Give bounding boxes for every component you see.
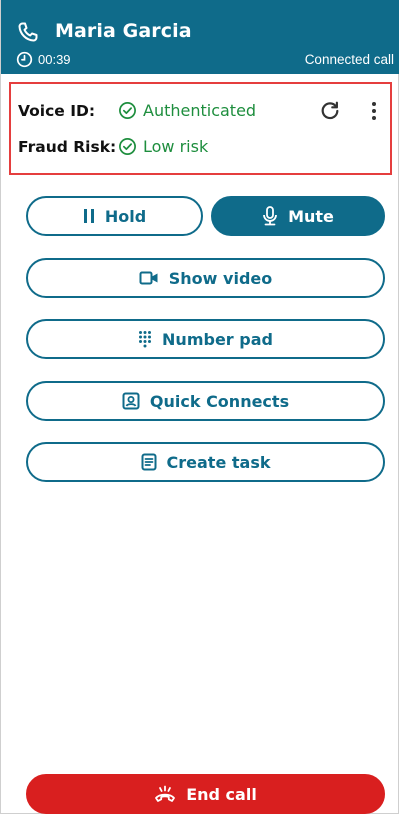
hold-button[interactable]: Hold (26, 196, 203, 236)
check-circle-icon (119, 102, 136, 119)
contact-name: Maria Garcia (55, 20, 192, 42)
call-header: Maria Garcia 00:39 Connected call (1, 0, 399, 74)
end-call-button[interactable]: End call (26, 774, 385, 814)
create-task-label: Create task (166, 452, 271, 472)
end-call-icon (155, 785, 176, 802)
phone-icon (18, 22, 38, 42)
check-circle-icon (119, 138, 136, 155)
clock-icon (16, 51, 33, 68)
voice-id-label: Voice ID: (18, 101, 96, 120)
keypad-icon (139, 331, 152, 348)
contact-control-panel: Maria Garcia 00:39 Connected call Voice … (0, 0, 399, 814)
number-pad-button[interactable]: Number pad (26, 319, 385, 359)
voice-id-row: Voice ID: Authenticated (18, 101, 256, 120)
fraud-risk-label: Fraud Risk: (18, 137, 117, 156)
microphone-icon (263, 206, 277, 226)
voice-id-panel: Voice ID: Authenticated Fraud Risk: Low … (9, 82, 392, 175)
mute-button[interactable]: Mute (211, 196, 385, 236)
quick-connects-button[interactable]: Quick Connects (26, 381, 385, 421)
refresh-icon[interactable] (319, 100, 341, 122)
call-status: Connected call (304, 52, 394, 67)
task-document-icon (141, 453, 157, 471)
contact-card-icon (122, 392, 140, 410)
number-pad-label: Number pad (162, 329, 273, 349)
fraud-risk-status: Low risk (143, 137, 209, 156)
show-video-button[interactable]: Show video (26, 258, 385, 298)
kebab-menu-icon[interactable] (367, 100, 381, 122)
show-video-label: Show video (168, 268, 273, 288)
end-call-label: End call (186, 784, 257, 804)
fraud-risk-row: Fraud Risk: Low risk (18, 137, 208, 156)
pause-icon (83, 209, 94, 223)
mute-label: Mute (288, 206, 334, 226)
create-task-button[interactable]: Create task (26, 442, 385, 482)
quick-connects-label: Quick Connects (149, 391, 290, 411)
voice-id-status: Authenticated (143, 101, 257, 120)
hold-label: Hold (104, 206, 147, 226)
video-camera-icon (139, 271, 158, 285)
call-timer: 00:39 (38, 52, 71, 67)
